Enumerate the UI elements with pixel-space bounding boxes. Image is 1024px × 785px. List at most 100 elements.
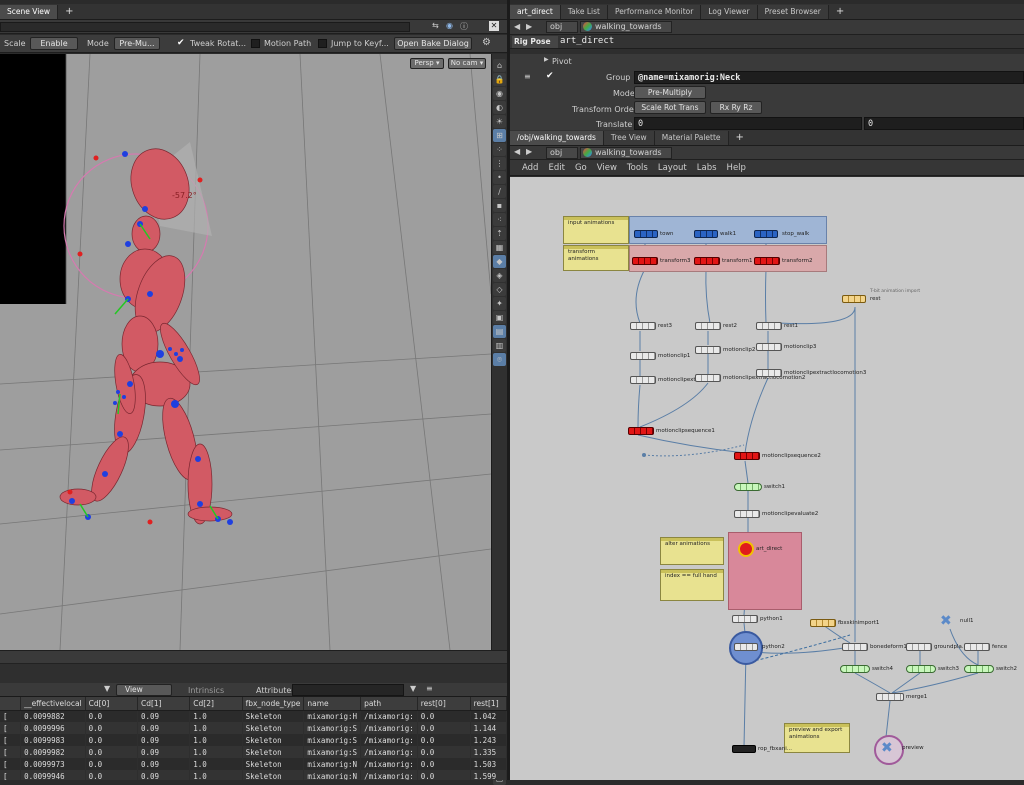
visibility-icon[interactable]: ◐ [493, 101, 506, 114]
intrinsics-tab[interactable]: Intrinsics [188, 686, 224, 695]
node-name-field[interactable]: art_direct [560, 36, 614, 46]
path-obj-crumb[interactable]: obj [546, 21, 578, 33]
node-mcextract1[interactable] [630, 376, 656, 384]
network-editor[interactable]: input animations transform animations al… [510, 177, 1024, 780]
table-row[interactable]: [0.0099946 0.0 0.09 1.0 Skeleton mixamorig:N /… [0, 770, 507, 780]
3d-viewport[interactable]: -57.2° Persp ▾ No cam ▾ [0, 54, 491, 650]
xray-icon[interactable]: ◆ [493, 255, 506, 268]
table-row[interactable]: [0.0099996 0.0 0.09 1.0 Skeleton mixamorig:S /… [0, 722, 507, 734]
pin-icon[interactable]: ⇆ [432, 21, 439, 30]
input-animations-box[interactable] [629, 216, 827, 244]
add-tab-button[interactable]: + [729, 131, 751, 145]
attributes-filter-field[interactable] [292, 684, 404, 696]
tab-material-palette[interactable]: Material Palette [654, 131, 729, 145]
menu-layout[interactable]: Layout [658, 163, 687, 173]
node-walk1[interactable] [694, 230, 718, 238]
node-rop-fbx[interactable] [732, 745, 756, 753]
node-motionclipsequence1[interactable] [628, 427, 654, 435]
menu-go[interactable]: Go [575, 163, 587, 173]
add-tab-button[interactable]: + [829, 5, 851, 19]
node-mcextract3[interactable] [756, 369, 782, 377]
node-motionclip2[interactable] [695, 346, 721, 354]
menu-help[interactable]: Help [727, 163, 746, 173]
timeline-bar[interactable] [0, 663, 507, 683]
menu-labs[interactable]: Labs [697, 163, 717, 173]
jump-to-keyframe-checkbox[interactable] [318, 39, 327, 48]
node-motionclipsequence2[interactable] [734, 452, 760, 460]
node-switch3[interactable] [906, 665, 936, 673]
pivot-folder-label[interactable]: Pivot [552, 57, 572, 66]
node-stop-walk[interactable] [754, 230, 778, 238]
edge-icon[interactable]: ∕ [493, 185, 506, 198]
path-node-crumb[interactable]: walking_towards [580, 147, 672, 159]
node-motionclip1[interactable] [630, 352, 656, 360]
add-tab-button[interactable]: + [58, 5, 80, 19]
camera-persp-menu[interactable]: Persp ▾ [410, 58, 444, 69]
prim-icon[interactable]: ▪ [493, 199, 506, 212]
table-row[interactable]: [0.0099973 0.0 0.09 1.0 Skeleton mixamorig:N /… [0, 758, 507, 770]
node-merge1[interactable] [876, 693, 904, 701]
ghost-icon[interactable]: ✦ [493, 297, 506, 310]
record-icon[interactable]: ◉ [493, 87, 506, 100]
handles-icon[interactable]: ⌾ [493, 353, 506, 366]
open-bake-dialog-button[interactable]: Open Bake Dialog [394, 37, 472, 50]
template-icon[interactable]: ▣ [493, 311, 506, 324]
tab-tree-view[interactable]: Tree View [603, 131, 655, 145]
tab-preset-browser[interactable]: Preset Browser [757, 5, 829, 19]
node-bonedeform1[interactable] [842, 643, 868, 651]
attribute-filter-icon[interactable]: ▼ [410, 684, 416, 693]
menu-edit[interactable]: Edit [548, 163, 564, 173]
transform-order-menu[interactable]: Scale Rot Trans [634, 101, 706, 114]
spreadsheet-menu-icon[interactable]: ≡ [426, 684, 433, 693]
vertex-icon[interactable]: ⁖ [493, 213, 506, 226]
node-town[interactable] [634, 230, 658, 238]
group-field[interactable]: @name=mixamorig:Neck [634, 71, 1024, 84]
forward-arrow-icon[interactable]: ▶ [526, 147, 532, 156]
link-icon[interactable]: ◉ [446, 21, 453, 30]
node-transform2[interactable] [754, 257, 780, 265]
node-art-direct[interactable] [738, 541, 754, 557]
lock-icon[interactable]: 🔒 [493, 73, 506, 86]
tab-log-viewer[interactable]: Log Viewer [701, 5, 758, 19]
motion-path-checkbox[interactable] [251, 39, 260, 48]
back-arrow-icon[interactable]: ◀ [514, 147, 520, 156]
node-rest3[interactable] [630, 322, 656, 330]
node-switch1[interactable] [734, 483, 762, 491]
tab-performance-monitor[interactable]: Performance Monitor [607, 5, 702, 19]
help-icon[interactable]: ⓘ [460, 21, 468, 32]
table-row[interactable]: [0.0099983 0.0 0.09 1.0 Skeleton mixamorig:S /… [0, 734, 507, 746]
node-motionclip3[interactable] [756, 343, 782, 351]
translate-y-field[interactable]: 0 [864, 117, 1024, 130]
enable-checkmark-icon[interactable]: ✔ [546, 71, 554, 81]
forward-arrow-icon[interactable]: ▶ [526, 22, 532, 31]
menu-view[interactable]: View [597, 163, 617, 173]
node-groundplane[interactable] [906, 643, 932, 651]
wireframe-icon[interactable]: ◇ [493, 283, 506, 296]
sticky-index-full-hand[interactable]: index == full hand [660, 569, 724, 601]
table-row[interactable]: [0.0099882 0.0 0.09 1.0 Skeleton mixamorig:H /… [0, 710, 507, 722]
point-icon[interactable]: • [493, 171, 506, 184]
sticky-input-animations[interactable]: input animations [563, 216, 629, 244]
snap-icon[interactable]: ⊞ [493, 129, 506, 142]
view-tab[interactable]: View [116, 684, 172, 696]
multiparm-menu-icon[interactable]: ≡ [524, 72, 531, 81]
node-switch4[interactable] [840, 665, 870, 673]
node-python2[interactable] [734, 643, 758, 651]
node-fbxskinimport1[interactable] [810, 619, 836, 627]
sticky-alter-animations[interactable]: alter animations [660, 537, 724, 565]
points-icon[interactable]: ⁘ [493, 143, 506, 156]
node-motionclipevaluate2[interactable] [734, 510, 760, 518]
node-rest1[interactable] [756, 322, 782, 330]
node-fence[interactable] [964, 643, 990, 651]
normals-icon[interactable]: ⇡ [493, 227, 506, 240]
translate-x-field[interactable]: 0 [634, 117, 862, 130]
node-null1[interactable]: ✖ [940, 613, 952, 629]
rotate-order-menu[interactable]: Rx Ry Rz [710, 101, 762, 114]
table-row[interactable]: [0.0099982 0.0 0.09 1.0 Skeleton mixamorig:S /… [0, 746, 507, 758]
tab-art-direct[interactable]: art_direct [510, 5, 561, 19]
path-obj-crumb[interactable]: obj [546, 147, 578, 159]
lock-camera-icon[interactable]: ⌂ [493, 59, 506, 72]
sticky-transform-animations[interactable]: transform animations [563, 245, 629, 271]
path-node-crumb[interactable]: walking_towards [580, 21, 672, 33]
node-switch2[interactable] [964, 665, 994, 673]
